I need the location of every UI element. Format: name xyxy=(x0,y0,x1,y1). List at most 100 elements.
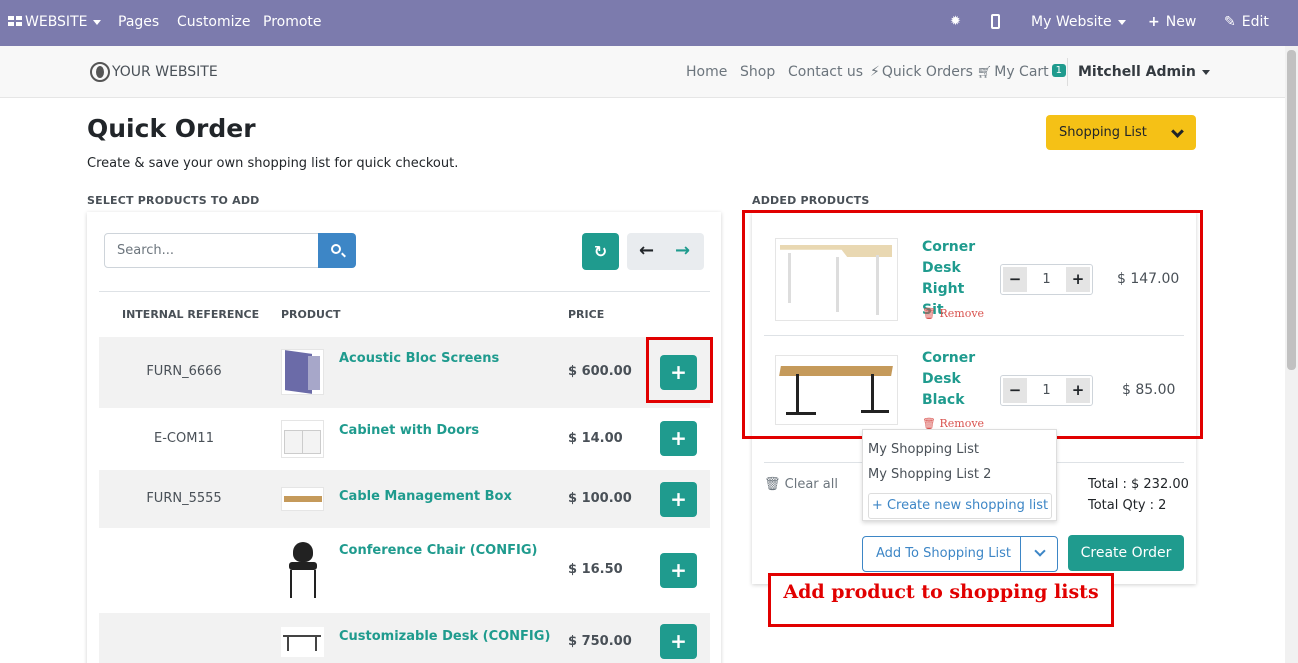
total-qty: Total Qty : 2 xyxy=(1088,498,1167,513)
search-button[interactable] xyxy=(318,233,356,268)
button-divider xyxy=(1020,537,1021,571)
add-to-shopping-list-label: Add To Shopping List xyxy=(876,546,1012,561)
add-product-button[interactable]: + xyxy=(660,553,697,588)
table-row: E-COM11 Cabinet with Doors $ 14.00 + xyxy=(99,408,710,470)
add-product-button[interactable]: + xyxy=(660,624,697,659)
nav-divider xyxy=(1067,58,1068,86)
edit-label: Edit xyxy=(1241,14,1269,30)
plus-icon: + xyxy=(1148,14,1160,30)
website-menu-label: WEBSITE xyxy=(25,14,88,30)
product-name[interactable]: Customizable Desk (CONFIG) xyxy=(339,629,550,644)
product-name[interactable]: Conference Chair (CONFIG) xyxy=(339,543,537,558)
trash-icon: 🗑︎ xyxy=(764,477,781,492)
site-logo[interactable]: YOUR WEBSITE xyxy=(90,62,218,82)
shopping-list-option[interactable]: My Shopping List 2 xyxy=(868,467,991,482)
table-divider xyxy=(99,291,710,292)
product-image xyxy=(281,349,324,395)
table-row: FURN_5555 Cable Management Box $ 100.00 … xyxy=(99,470,710,528)
search-icon xyxy=(331,244,341,254)
row-ref: FURN_6666 xyxy=(146,364,222,379)
row-ref: E-COM11 xyxy=(154,431,214,446)
user-name: Mitchell Admin xyxy=(1078,64,1196,80)
page-subtitle: Create & save your own shopping list for… xyxy=(87,156,459,171)
product-name[interactable]: Cable Management Box xyxy=(339,489,512,504)
nav-my-cart[interactable]: 🛒︎ My Cart 1 xyxy=(977,64,1067,80)
table-row: FURN_6666 Acoustic Bloc Screens $ 600.00… xyxy=(99,337,710,408)
add-product-button[interactable]: + xyxy=(660,421,697,456)
nav-shop[interactable]: Shop xyxy=(740,64,775,80)
product-price: $ 750.00 xyxy=(568,634,632,649)
scrollbar-thumb[interactable] xyxy=(1287,50,1296,370)
nav-home[interactable]: Home xyxy=(686,64,727,80)
clear-all-button[interactable]: 🗑︎ Clear all xyxy=(764,477,838,492)
nav-contact[interactable]: Contact us xyxy=(788,64,863,80)
row-ref: FURN_5555 xyxy=(146,491,222,506)
nav-my-cart-label: My Cart xyxy=(994,64,1049,80)
pager-arrows: ← → xyxy=(627,233,704,270)
page-title: Quick Order xyxy=(87,114,256,143)
highlight-add-button xyxy=(646,337,713,403)
product-price: $ 14.00 xyxy=(568,431,623,446)
bolt-icon: ⚡︎ xyxy=(870,64,880,80)
col-internal-reference: INTERNAL REFERENCE xyxy=(122,308,260,321)
col-price: PRICE xyxy=(568,308,605,321)
globe-icon xyxy=(90,62,110,82)
admin-bar: WEBSITE Pages Customize Promote ✹ My Web… xyxy=(0,0,1298,46)
product-price: $ 16.50 xyxy=(568,562,623,577)
shopping-list-label: Shopping List xyxy=(1059,125,1147,140)
user-menu[interactable]: Mitchell Admin xyxy=(1078,64,1210,80)
shopping-list-option[interactable]: My Shopping List xyxy=(868,442,979,457)
chevron-down-icon xyxy=(1201,69,1210,75)
mobile-preview-icon[interactable] xyxy=(991,14,1000,33)
my-website-label: My Website xyxy=(1031,14,1112,30)
product-price: $ 600.00 xyxy=(568,364,632,379)
shopping-list-button[interactable]: Shopping List xyxy=(1046,115,1196,150)
arrow-left-icon[interactable]: ← xyxy=(639,240,654,261)
nav-quick-orders-label: Quick Orders xyxy=(881,64,973,80)
chevron-down-icon xyxy=(93,19,102,25)
my-website-menu[interactable]: My Website xyxy=(1031,14,1126,30)
refresh-icon: ↻ xyxy=(593,242,608,261)
cart-count-badge: 1 xyxy=(1051,64,1067,77)
chevron-down-icon xyxy=(1171,125,1184,138)
edit-button[interactable]: ✎ Edit xyxy=(1224,14,1269,30)
promote-menu[interactable]: Promote xyxy=(263,14,322,30)
product-image xyxy=(281,540,324,600)
table-row: Conference Chair (CONFIG) $ 16.50 + xyxy=(99,528,710,613)
arrow-right-icon[interactable]: → xyxy=(675,240,690,261)
added-products-label: ADDED PRODUCTS xyxy=(752,194,870,207)
highlight-added-products xyxy=(742,210,1203,439)
cart-icon: 🛒︎ xyxy=(977,65,993,79)
customize-menu[interactable]: Customize xyxy=(177,14,251,30)
product-name[interactable]: Acoustic Bloc Screens xyxy=(339,351,499,366)
pages-menu[interactable]: Pages xyxy=(118,14,159,30)
total-amount: Total : $ 232.00 xyxy=(1088,477,1189,492)
add-to-shopping-list-button[interactable]: Add To Shopping List xyxy=(862,536,1058,572)
create-order-button[interactable]: Create Order xyxy=(1068,535,1184,571)
product-image xyxy=(281,420,324,458)
nav-quick-orders[interactable]: ⚡︎ Quick Orders xyxy=(870,64,973,80)
chevron-down-icon xyxy=(1117,19,1126,25)
new-button[interactable]: + New xyxy=(1148,14,1196,30)
select-products-label: SELECT PRODUCTS TO ADD xyxy=(87,194,260,207)
chevron-down-icon[interactable] xyxy=(1034,545,1046,557)
bug-icon[interactable]: ✹ xyxy=(950,14,961,29)
search-input[interactable] xyxy=(104,233,319,268)
new-label: New xyxy=(1165,14,1197,30)
table-row: Customizable Desk (CONFIG) $ 750.00 + xyxy=(99,613,710,663)
product-image xyxy=(281,627,324,657)
pencil-icon: ✎ xyxy=(1224,14,1236,30)
website-menu[interactable]: WEBSITE xyxy=(8,14,102,30)
logo-text: YOUR WEBSITE xyxy=(112,64,218,80)
create-shopping-list-button[interactable]: + Create new shopping list xyxy=(868,493,1052,519)
apps-grid-icon xyxy=(8,15,22,26)
add-product-button[interactable]: + xyxy=(660,482,697,517)
refresh-button[interactable]: ↻ xyxy=(582,233,619,270)
col-product: PRODUCT xyxy=(281,308,341,321)
clear-all-label: Clear all xyxy=(784,477,838,492)
shopping-list-dropdown: My Shopping List My Shopping List 2 + Cr… xyxy=(862,429,1057,521)
product-price: $ 100.00 xyxy=(568,491,632,506)
product-image xyxy=(281,487,324,511)
annotation-callout: Add product to shopping lists xyxy=(768,573,1114,627)
product-name[interactable]: Cabinet with Doors xyxy=(339,423,479,438)
